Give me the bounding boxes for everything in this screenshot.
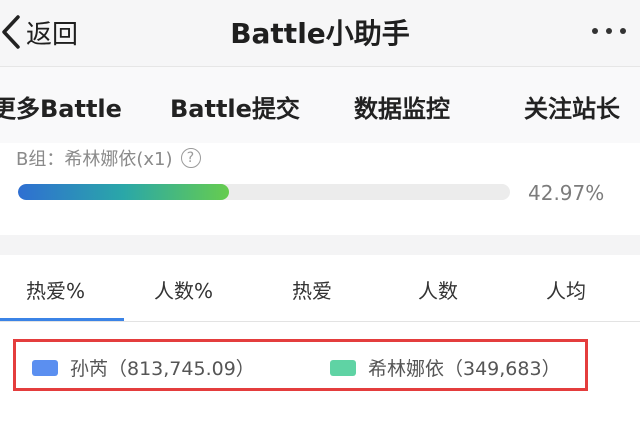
tab-count[interactable]: 人数 xyxy=(418,275,458,304)
group-label: B组：希林娜依(x1) xyxy=(16,149,173,170)
group-label-row: B组：希林娜依(x1) ? xyxy=(16,145,201,171)
progress-bar-fill xyxy=(18,184,230,200)
legend-item-xilin-nayi[interactable]: 希林娜依（349,683） xyxy=(330,354,561,381)
section-divider xyxy=(0,235,640,255)
menu-item-more-battle[interactable]: 更多Battle xyxy=(0,89,122,124)
help-icon[interactable]: ? xyxy=(180,148,201,168)
legend-label: 孙芮（813,745.09） xyxy=(70,358,255,380)
menu-item-follow-admin[interactable]: 关注站长 xyxy=(524,89,620,124)
legend-swatch xyxy=(330,359,356,376)
legend-label: 希林娜依（349,683） xyxy=(368,358,561,380)
page-title: Battle小助手 xyxy=(230,17,410,50)
legend-swatch xyxy=(32,359,58,376)
metric-tabs: 热爱% 人数% 热爱 人数 人均 xyxy=(0,255,640,322)
active-tab-indicator xyxy=(0,318,124,321)
tab-average[interactable]: 人均 xyxy=(546,275,586,304)
group-card: B组：希林娜依(x1) ? 42.97% xyxy=(0,143,640,235)
top-menu: 更多Battle Battle提交 数据监控 关注站长 xyxy=(0,67,640,143)
tab-love[interactable]: 热爱 xyxy=(292,275,332,304)
progress-bar xyxy=(18,184,510,200)
tab-love-percent[interactable]: 热爱% xyxy=(26,275,85,304)
progress-value: 42.97% xyxy=(528,181,605,205)
legend-highlight: 孙芮（813,745.09） 希林娜依（349,683） xyxy=(13,339,588,391)
menu-item-battle-submit[interactable]: Battle提交 xyxy=(170,89,300,124)
more-menu-icon[interactable] xyxy=(592,28,626,34)
menu-item-data-monitor[interactable]: 数据监控 xyxy=(354,89,450,124)
legend-item-sun-rui[interactable]: 孙芮（813,745.09） xyxy=(32,354,255,381)
tab-count-percent[interactable]: 人数% xyxy=(154,275,213,304)
header-bar: 返回 Battle小助手 xyxy=(0,0,640,67)
